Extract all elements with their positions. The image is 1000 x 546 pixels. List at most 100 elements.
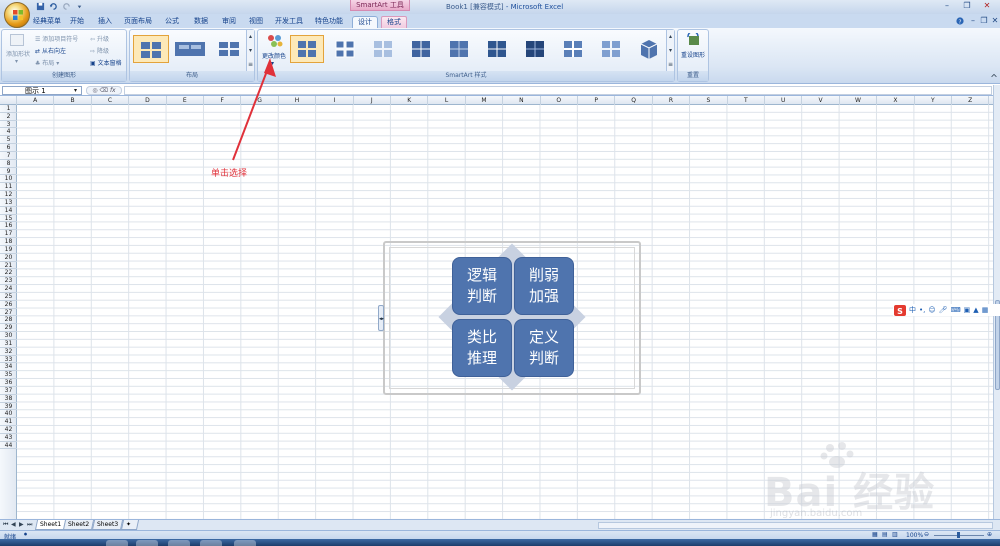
demote-button[interactable]: ⇨ 降级 <box>90 46 109 55</box>
column-header[interactable]: D <box>129 96 167 105</box>
row-header[interactable]: 24 <box>0 285 17 293</box>
column-header[interactable]: H <box>279 96 317 105</box>
sheet-tab-3[interactable]: Sheet3 <box>91 520 124 530</box>
row-header[interactable]: 4 <box>0 128 17 137</box>
row-header[interactable]: 7 <box>0 152 17 160</box>
tab-data[interactable]: 数据 <box>192 16 210 28</box>
row-header[interactable]: 18 <box>0 238 17 246</box>
taskbar-app-icon[interactable] <box>136 540 158 546</box>
column-header[interactable]: V <box>802 96 840 105</box>
style-thumb-9[interactable] <box>594 35 628 63</box>
help-icon[interactable]: ? <box>956 17 964 25</box>
promote-button[interactable]: ⇦ 升级 <box>90 34 109 43</box>
taskbar-app-icon[interactable] <box>168 540 190 546</box>
column-header[interactable]: Q <box>615 96 653 105</box>
tab-classic-menu[interactable]: 经典菜单 <box>32 16 62 28</box>
sheet-tab-1[interactable]: Sheet1 <box>34 520 67 530</box>
close-button[interactable]: ✕ <box>980 1 994 11</box>
save-icon[interactable] <box>36 2 45 11</box>
ime-mic-icon[interactable]: 🎤︎ <box>939 306 948 314</box>
row-header[interactable]: 21 <box>0 262 17 270</box>
smartart-shape-top-left[interactable]: 逻辑 判断 <box>452 257 512 315</box>
row-header[interactable]: 10 <box>0 175 17 184</box>
row-header[interactable]: 16 <box>0 222 17 231</box>
taskbar-app-icon[interactable] <box>200 540 222 546</box>
row-header[interactable]: 14 <box>0 207 17 215</box>
column-header[interactable]: J <box>354 96 391 105</box>
tab-page-layout[interactable]: 页面布局 <box>124 16 152 28</box>
column-header[interactable]: R <box>653 96 691 105</box>
gallery-down-icon[interactable]: ▾ <box>667 44 674 58</box>
tab-home[interactable]: 开始 <box>68 16 86 28</box>
row-header[interactable]: 29 <box>0 324 17 333</box>
row-header[interactable]: 26 <box>0 301 17 309</box>
customize-qat-icon[interactable] <box>75 2 84 11</box>
ime-shirt-icon[interactable]: ▲ <box>973 306 978 314</box>
row-header[interactable]: 30 <box>0 332 17 340</box>
row-header[interactable]: 8 <box>0 160 17 168</box>
row-header[interactable]: 17 <box>0 230 17 239</box>
add-shape-button[interactable]: 添加形状 ▾ <box>6 34 30 65</box>
page-break-view-icon[interactable]: ▥ <box>892 531 898 538</box>
wb-close-button[interactable]: ✕ <box>988 16 1000 26</box>
row-header[interactable]: 44 <box>0 442 17 450</box>
rtl-button[interactable]: ⇄ 从右向左 <box>35 46 66 55</box>
taskbar-ie-icon[interactable] <box>106 540 128 546</box>
column-header[interactable]: S <box>690 96 728 105</box>
style-thumb-7[interactable] <box>518 35 552 63</box>
zoom-level[interactable]: 100% <box>906 532 923 539</box>
macro-record-icon[interactable]: ⏺ <box>24 531 27 539</box>
row-header[interactable]: 15 <box>0 215 17 223</box>
zoom-out-icon[interactable]: ⊖ <box>924 531 929 538</box>
row-header[interactable]: 38 <box>0 395 17 403</box>
row-header[interactable]: 27 <box>0 309 17 317</box>
name-box[interactable]: 图示 1 <box>2 86 82 95</box>
column-header[interactable]: W <box>840 96 878 105</box>
zoom-slider-thumb[interactable] <box>957 532 960 538</box>
style-thumb-4[interactable] <box>404 35 438 63</box>
row-header[interactable]: 28 <box>0 316 17 325</box>
ime-keyboard-icon[interactable]: ⌨ <box>951 306 961 314</box>
text-pane-button[interactable]: ▣ 文本窗格 <box>90 58 122 67</box>
row-header[interactable]: 32 <box>0 348 17 356</box>
style-thumb-2[interactable] <box>328 35 362 63</box>
row-header[interactable]: 37 <box>0 387 17 395</box>
column-header[interactable]: X <box>877 96 915 105</box>
row-header[interactable]: 6 <box>0 144 17 152</box>
row-header[interactable]: 3 <box>0 121 17 129</box>
smartart-shape-bottom-right[interactable]: 定义 判断 <box>514 319 574 377</box>
row-header[interactable]: 31 <box>0 340 17 348</box>
insert-sheet-button[interactable]: ✦ <box>120 520 140 530</box>
row-header[interactable]: 13 <box>0 199 17 207</box>
column-header[interactable]: T <box>728 96 765 105</box>
minimize-button[interactable]: – <box>940 1 954 11</box>
insert-function-button[interactable]: ◎ ⌫ fx <box>86 86 122 95</box>
row-header[interactable]: 42 <box>0 426 17 434</box>
tab-formulas[interactable]: 公式 <box>163 16 181 28</box>
last-sheet-icon[interactable]: ⏭ <box>27 521 32 529</box>
first-sheet-icon[interactable]: ⏮ <box>3 521 8 529</box>
sheet-tab-2[interactable]: Sheet2 <box>62 520 95 530</box>
gallery-up-icon[interactable]: ▴ <box>247 30 254 44</box>
column-header[interactable]: P <box>578 96 616 105</box>
office-button[interactable] <box>4 2 30 28</box>
page-layout-view-icon[interactable]: ▤ <box>882 531 888 538</box>
restore-button[interactable]: ❐ <box>960 1 974 11</box>
style-thumb-10[interactable] <box>632 35 666 63</box>
layout-dropdown[interactable]: ♣ 布局 ▾ <box>35 58 59 67</box>
smartart-shape-bottom-left[interactable]: 类比 推理 <box>452 319 512 377</box>
row-header[interactable]: 5 <box>0 136 17 145</box>
ime-lang[interactable]: 中 <box>909 305 916 315</box>
smartart-shape-top-right[interactable]: 削弱 加强 <box>514 257 574 315</box>
ime-toolbar[interactable]: S 中 •, ☺ 🎤︎ ⌨ ▣ ▲ ▦ <box>893 304 1000 316</box>
column-header[interactable]: E <box>167 96 204 105</box>
tab-view[interactable]: 视图 <box>247 16 265 28</box>
column-header[interactable]: L <box>428 96 466 105</box>
column-header[interactable]: N <box>503 96 541 105</box>
style-thumb-8[interactable] <box>556 35 590 63</box>
redo-icon[interactable] <box>62 2 71 11</box>
row-header[interactable]: 40 <box>0 410 17 419</box>
row-header[interactable]: 2 <box>0 113 17 121</box>
column-header[interactable]: Z <box>952 96 990 105</box>
add-bullet-button[interactable]: ☰ 添加项目符号 <box>35 34 78 43</box>
